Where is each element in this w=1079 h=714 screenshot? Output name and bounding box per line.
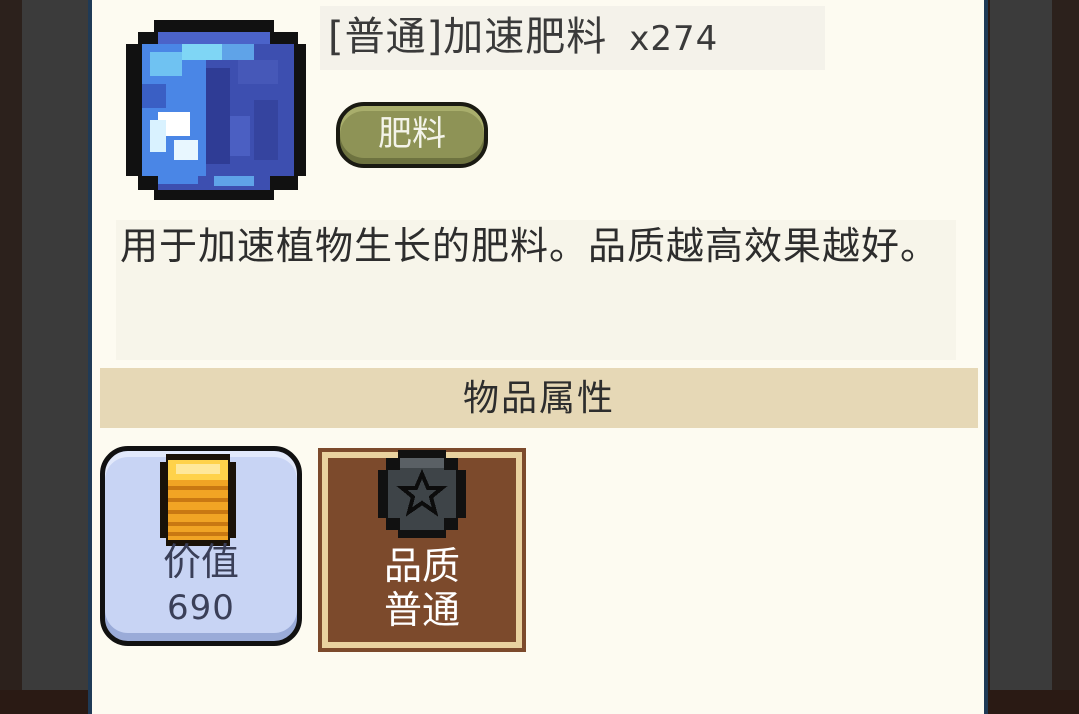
item-count: x274 [629,19,719,59]
fertilizer-crystal-icon [126,20,306,200]
quality-label: 品质 [383,544,460,588]
item-name: [普通]加速肥料 [328,14,608,60]
background-right-edge [1052,0,1079,690]
quality-star-badge-icon [378,450,466,538]
coin-stack-icon [160,454,236,546]
background-left-edge [0,0,22,690]
attributes-section-header: 物品属性 [100,368,978,428]
quality-value: 普通 [383,588,460,632]
category-tag-label: 肥料 [378,114,446,154]
item-description: 用于加速植物生长的肥料。品质越高效果越好。 [116,220,956,360]
category-tag: 肥料 [336,102,488,168]
item-title: [普通]加速肥料 x274 [328,10,718,64]
value-amount: 690 [167,588,235,628]
value-label: 价值 [162,540,239,584]
